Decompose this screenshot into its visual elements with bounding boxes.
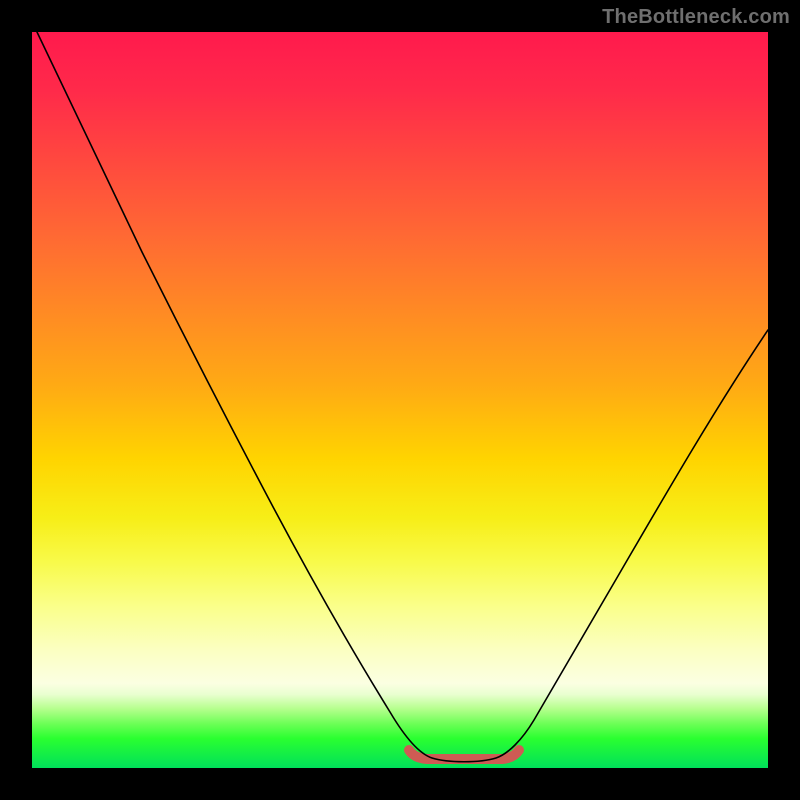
bottleneck-curve (37, 32, 768, 762)
chart-frame: TheBottleneck.com (0, 0, 800, 800)
curve-svg (32, 32, 768, 768)
plot-area (32, 32, 768, 768)
watermark-text: TheBottleneck.com (602, 6, 790, 29)
